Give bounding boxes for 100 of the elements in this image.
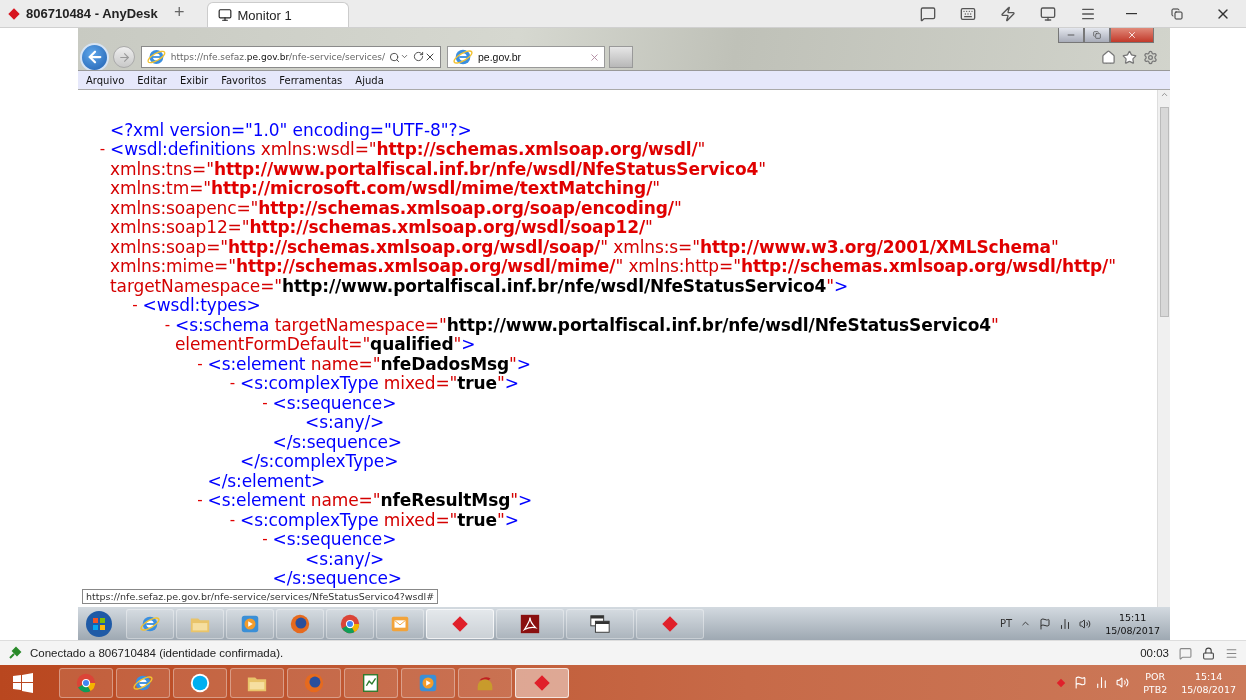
star-icon[interactable]	[1122, 49, 1137, 65]
close-icon[interactable]	[424, 51, 436, 63]
keyboard-layout[interactable]: PTB2	[1143, 682, 1168, 696]
arrow-right-icon	[117, 50, 131, 64]
lightning-icon[interactable]	[1000, 5, 1016, 22]
session-timer: 00:03	[1140, 647, 1169, 659]
signal-icon[interactable]	[1095, 676, 1109, 689]
xml-line: <s:sequence>	[272, 529, 397, 550]
lock-icon[interactable]	[1202, 646, 1215, 660]
clock-time: 15:11	[1118, 610, 1147, 624]
xml-line: xmlns:mime="http://schemas.xmlsoap.org/wsdl/mime/" xmlns:http="http://schemas.xmlsoap.org/wsdl/http/"	[110, 256, 1116, 277]
restore-icon	[1093, 31, 1101, 39]
xml-line: targetNamespace="http://www.portalfiscal.inf.br/nfe/wsdl/NfeStatusServico4">	[110, 275, 849, 296]
taskbar-button[interactable]	[276, 608, 324, 639]
restore-button[interactable]	[1084, 28, 1110, 43]
xml-line: xmlns:soap12="http://schemas.xmlsoap.org/wsdl/soap12/"	[110, 217, 653, 238]
xml-line: <s:any/>	[305, 548, 385, 569]
restore-icon	[1171, 7, 1183, 20]
collapse-toggle[interactable]: -	[197, 491, 203, 510]
home-icon[interactable]	[1101, 49, 1116, 65]
menu-item[interactable]: Ajuda	[355, 74, 384, 86]
collapse-toggle[interactable]: -	[164, 315, 171, 334]
diamond-icon	[8, 7, 20, 20]
speaker-icon[interactable]	[1079, 617, 1092, 630]
taskbar-button[interactable]	[344, 667, 398, 698]
windows-logo-icon	[13, 672, 33, 693]
wheel-icon	[339, 612, 361, 635]
xml-line: <s:element name="nfeResultMsg">	[207, 490, 533, 511]
minimize-icon	[1125, 12, 1137, 15]
scrollbar[interactable]	[1157, 90, 1170, 607]
plug-icon	[8, 646, 22, 660]
close-icon	[1127, 30, 1137, 40]
collapse-toggle[interactable]: -	[197, 354, 203, 373]
collapse-toggle[interactable]: -	[229, 374, 236, 393]
globe-icon	[289, 612, 311, 635]
xml-line: xmlns:tm="http://microsoft.com/wsdl/mime/textMatching/"	[110, 178, 660, 199]
start-orb-icon	[85, 609, 113, 638]
document-icon	[519, 612, 541, 635]
xml-line: <wsdl:definitions xmlns:wsdl="http://schemas.xmlsoap.org/wsdl/"	[110, 139, 706, 160]
collapse-toggle[interactable]: -	[262, 393, 268, 412]
language-indicator[interactable]: PT	[1000, 618, 1013, 629]
address-field[interactable]: https://nfe.sefaz.pe.gov.br/nfe-service/services/	[141, 46, 441, 68]
search-icon[interactable]	[389, 51, 400, 63]
new-tab-button[interactable]	[609, 46, 633, 68]
wheel-icon	[75, 671, 97, 694]
flag-icon[interactable]	[1074, 676, 1088, 689]
windows-stack-icon	[589, 612, 611, 635]
xml-line: </s:complexType>	[240, 451, 399, 472]
back-button[interactable]	[80, 42, 109, 72]
minimize-button[interactable]	[1058, 28, 1084, 43]
menu-item[interactable]: Exibir	[179, 74, 209, 86]
window-title: 806710484 - AnyDesk	[26, 6, 158, 21]
menu-item[interactable]: Editar	[137, 74, 167, 86]
monitor-icon[interactable]	[1040, 5, 1056, 22]
xml-line: </s:element>	[207, 470, 326, 491]
globe-icon	[303, 671, 325, 694]
xml-line: xmlns:tns="http://www.portalfiscal.inf.br/nfe/wsdl/NfeStatusServico4"	[110, 158, 766, 179]
xml-line: <s:element name="nfeDadosMsg">	[207, 353, 531, 374]
xml-line: <s:any/>	[305, 412, 385, 433]
collapse-toggle[interactable]: -	[229, 510, 236, 529]
forward-button[interactable]	[113, 46, 135, 68]
refresh-icon[interactable]	[413, 51, 424, 62]
chat-icon[interactable]	[1179, 646, 1192, 660]
connection-status: Conectado a 806710484 (identidade confirmada).	[30, 647, 284, 659]
signal-icon[interactable]	[1059, 617, 1072, 630]
menu-item[interactable]: Favoritos	[221, 74, 267, 86]
taskbar-button[interactable]	[566, 608, 634, 639]
xml-line: <s:complexType mixed="true">	[240, 373, 519, 394]
xml-line: <s:schema targetNamespace="http://www.portalfiscal.inf.br/nfe/wsdl/NfeStatusServico4"	[175, 314, 999, 335]
close-button[interactable]	[1110, 28, 1154, 43]
flag-icon[interactable]	[1039, 617, 1052, 630]
chat-icon[interactable]	[920, 5, 936, 22]
xml-line: xmlns:soapenc="http://schemas.xmlsoap.org/soap/encoding/"	[110, 197, 682, 218]
monitor-icon	[217, 8, 232, 22]
new-tab-button[interactable]: +	[166, 2, 193, 27]
address-text: https://nfe.sefaz.pe.gov.br/nfe-service/services/	[170, 52, 385, 62]
xml-line: </s:sequence>	[272, 568, 402, 589]
xml-line: elementFormDefault="qualified">	[175, 334, 476, 355]
xml-line: <?xml version="1.0" encoding="UTF-8"?>	[110, 119, 472, 140]
clock-time: 15:14	[1194, 669, 1223, 683]
xml-line: </s:sequence>	[272, 431, 402, 452]
language-indicator[interactable]: POR	[1145, 669, 1166, 683]
collapse-toggle[interactable]: -	[99, 140, 106, 159]
settings-icon[interactable]	[1143, 49, 1158, 65]
taskbar-button[interactable]	[496, 608, 564, 639]
collapse-toggle[interactable]: -	[262, 530, 268, 549]
xml-line: <wsdl:types>	[142, 295, 261, 316]
xml-line: xmlns:soap="http://schemas.xmlsoap.org/wsdl/soap/" xmlns:s="http://www.w3.org/2001/XMLSchema"	[110, 236, 1059, 257]
tab[interactable]: Monitor 1	[206, 2, 349, 27]
collapse-toggle[interactable]: -	[132, 296, 138, 315]
menu-item[interactable]: Arquivo	[86, 74, 125, 86]
keyboard-icon[interactable]	[960, 5, 976, 22]
status-url: https://nfe.sefaz.pe.gov.br/nfe-service/services/NfeStatusServico4?wsdl#	[82, 589, 439, 604]
menu-icon[interactable]	[1225, 646, 1238, 660]
menu-item[interactable]: Ferramentas	[279, 74, 343, 86]
speaker-icon[interactable]	[1116, 676, 1130, 689]
xml-line: <s:complexType mixed="true">	[240, 509, 519, 530]
chevron-up-icon[interactable]	[1159, 90, 1169, 99]
clock-date: 15/08/2017	[1105, 623, 1160, 637]
browser-tab[interactable]: pe.gov.br	[447, 46, 605, 68]
